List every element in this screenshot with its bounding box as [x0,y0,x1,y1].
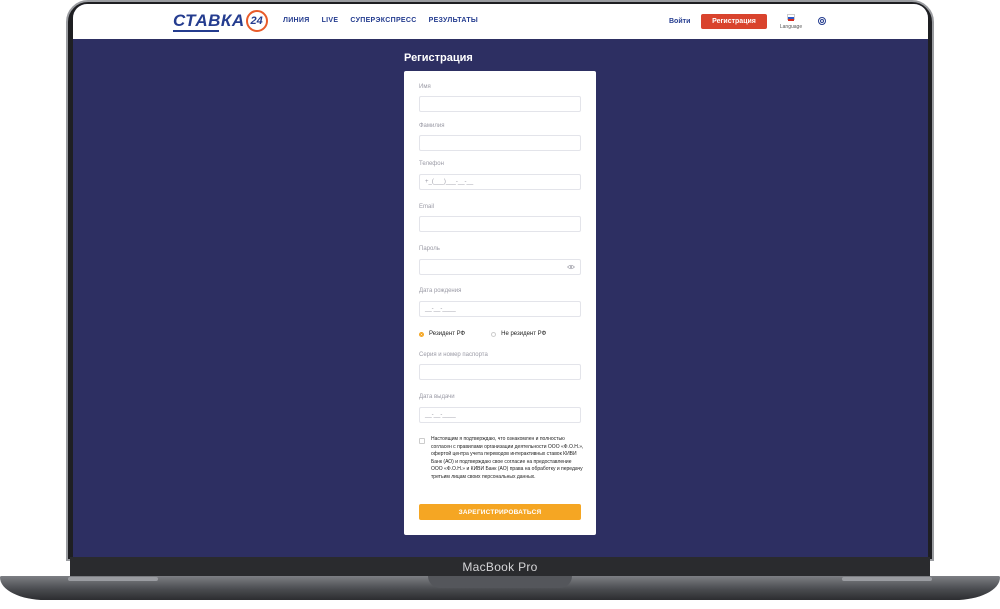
nav-results[interactable]: РЕЗУЛЬТАТЫ [429,17,478,24]
birth-date-field[interactable]: __-__-____ [419,301,581,317]
consent-text: Настоящим я подтверждаю, что ознакомлен … [431,436,584,480]
page-title: Регистрация [404,52,473,64]
first-name-label: Имя [419,84,431,90]
email-label: Email [419,204,435,210]
login-link[interactable]: Войти [669,18,690,25]
submit-button[interactable]: ЗАРЕГИСТРИРОВАТЬСЯ [419,504,581,520]
main-nav: ЛИНИЯ LIVE СУПЕРЭКСПРЕСС РЕЗУЛЬТАТЫ [283,17,478,24]
phone-label: Телефон [419,161,444,167]
passport-field[interactable] [419,364,581,380]
register-button[interactable]: Регистрация [701,14,767,29]
registration-form: Имя Фамилия Телефон +_(___)___-__-__ Ema… [404,71,596,535]
radio-resident-dot[interactable] [419,331,424,337]
laptop-base-edge-left [68,577,158,581]
site-header: СТАВКА 24 ЛИНИЯ LIVE СУПЕРЭКСПРЕСС РЕЗУЛ… [73,4,928,39]
laptop-base-edge-right [842,577,932,581]
residency-radio-group: Резидент РФ Не резидент РФ [419,331,546,337]
consent-row: Настоящим я подтверждаю, что ознакомлен … [419,436,584,481]
password-field[interactable] [419,259,581,275]
last-name-field[interactable] [419,135,581,151]
language-label: Language [779,24,803,30]
passport-label: Серия и номер паспорта [419,352,488,358]
nav-line[interactable]: ЛИНИЯ [283,17,310,24]
first-name-field[interactable] [419,96,581,112]
browser-viewport: СТАВКА 24 ЛИНИЯ LIVE СУПЕРЭКСПРЕСС РЕЗУЛ… [73,4,928,559]
radio-resident-label: Резидент РФ [429,331,466,337]
logo[interactable]: СТАВКА 24 [173,10,268,32]
birth-date-label: Дата рождения [419,288,462,294]
laptop-notch [428,576,572,588]
device-label: MacBook Pro [462,560,538,574]
logo-badge: 24 [245,10,268,32]
phone-field[interactable]: +_(___)___-__-__ [419,174,581,190]
last-name-label: Фамилия [419,123,445,129]
issue-date-field[interactable]: __-__-____ [419,407,581,423]
issue-date-label: Дата выдачи [419,394,455,400]
password-label: Пароль [419,246,440,252]
logo-text: СТАВКА [173,11,245,30]
settings-icon[interactable] [817,16,827,26]
radio-resident[interactable]: Резидент РФ [419,331,465,337]
nav-live[interactable]: LIVE [322,17,339,24]
eye-icon[interactable] [567,264,575,270]
language-selector[interactable]: Language [776,14,806,30]
russian-flag-icon [787,14,795,21]
consent-checkbox[interactable] [419,438,425,444]
logo-underline [173,30,219,32]
email-field[interactable] [419,216,581,232]
radio-non-resident-dot[interactable] [491,331,497,337]
radio-non-resident-label: Не резидент РФ [501,331,547,337]
radio-non-resident[interactable]: Не резидент РФ [491,331,546,337]
nav-superexpress[interactable]: СУПЕРЭКСПРЕСС [350,17,416,24]
